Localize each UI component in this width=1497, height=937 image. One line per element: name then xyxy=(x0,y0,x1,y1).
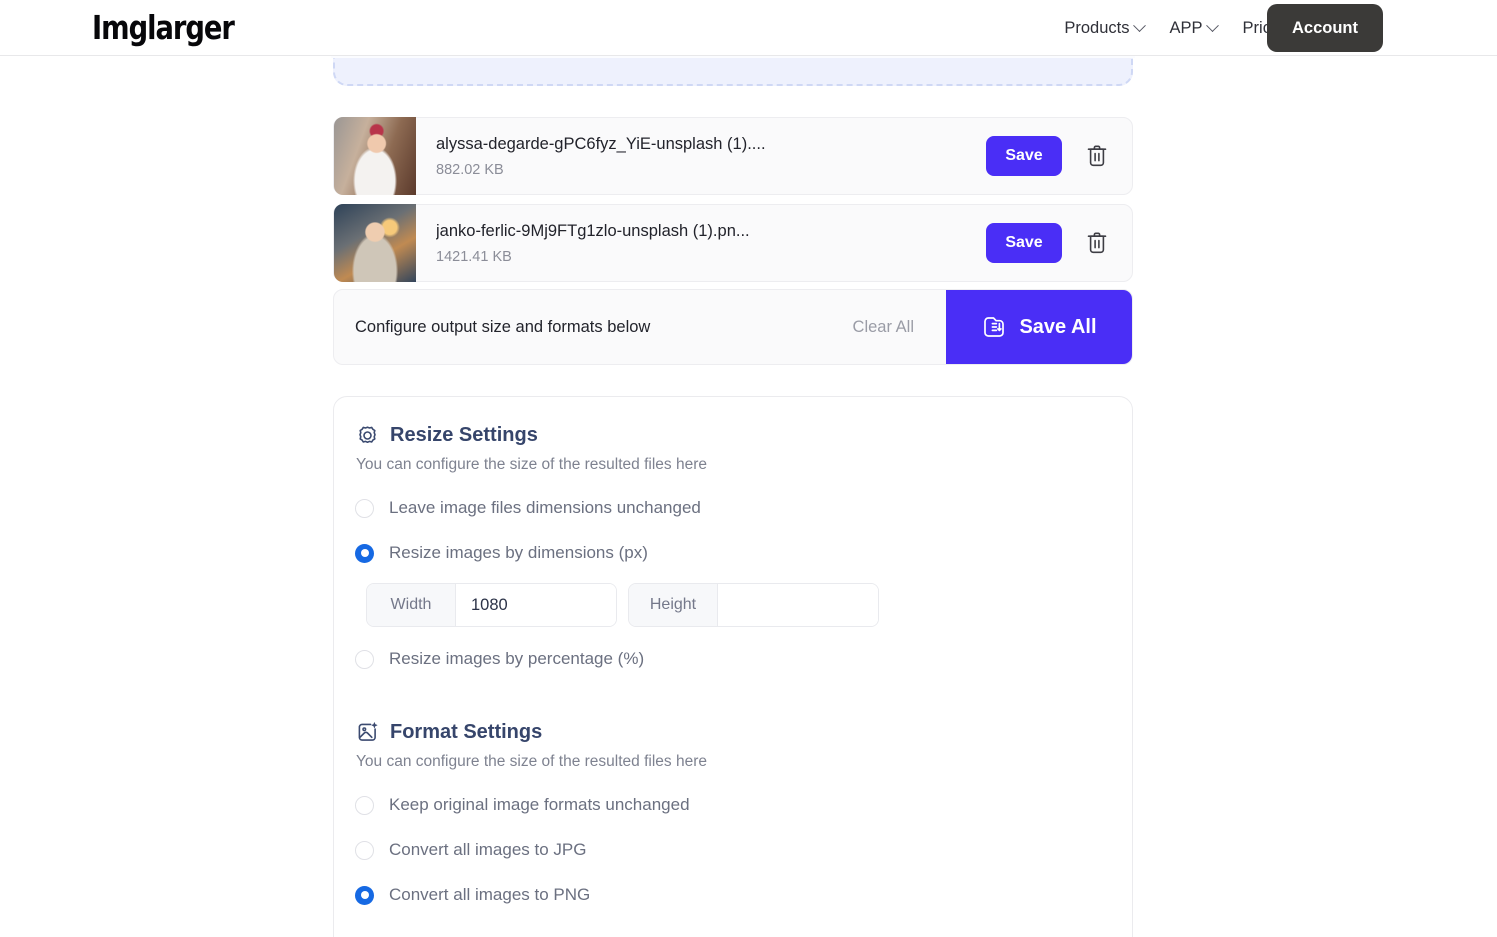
format-settings-header: Format Settings xyxy=(355,720,1111,745)
save-all-button[interactable]: Save All xyxy=(946,290,1132,364)
file-size: 1421.41 KB xyxy=(436,249,512,265)
radio-leave-dimensions-unchanged[interactable]: Leave image files dimensions unchanged xyxy=(355,490,1111,526)
dimension-inputs: Width Height xyxy=(366,583,1111,627)
radio-indicator xyxy=(355,543,374,563)
image-sparkle-icon xyxy=(358,722,378,741)
width-input[interactable] xyxy=(456,584,616,626)
radio-label: Leave image files dimensions unchanged xyxy=(389,498,701,517)
delete-button[interactable] xyxy=(1080,223,1114,263)
action-bar: Configure output size and formats below … xyxy=(333,289,1133,365)
file-thumbnail xyxy=(334,117,416,195)
clear-all-button[interactable]: Clear All xyxy=(853,318,946,337)
format-settings-subtitle: You can configure the size of the result… xyxy=(356,753,707,770)
resize-settings-header: Resize Settings xyxy=(355,423,1111,448)
radio-indicator xyxy=(355,649,374,669)
page-root: Imglarger Products APP Pricing Blog Acco… xyxy=(0,0,1497,937)
nav-item-label: Products xyxy=(1064,18,1130,37)
file-name: janko-ferlic-9Mj9FTg1zlo-unsplash (1).pn… xyxy=(436,222,750,240)
radio-label: Convert all images to PNG xyxy=(389,885,591,904)
radio-label: Resize images by percentage (%) xyxy=(389,649,645,668)
file-thumbnail xyxy=(334,204,416,282)
radio-label: Convert all images to JPG xyxy=(389,840,587,859)
gear-icon xyxy=(359,426,376,443)
file-size: 882.02 KB xyxy=(436,162,504,178)
radio-label: Keep original image formats unchanged xyxy=(389,795,690,814)
trash-icon xyxy=(1087,232,1107,254)
save-all-label: Save All xyxy=(1019,315,1097,338)
nav-item-products[interactable]: Products xyxy=(1064,18,1146,38)
radio-indicator xyxy=(355,795,374,815)
uploaded-file-list: alyssa-degarde-gPC6fyz_YiE-unsplash (1).… xyxy=(333,117,1133,291)
configure-hint: Configure output size and formats below xyxy=(355,317,651,336)
radio-convert-to-jpg[interactable]: Convert all images to JPG xyxy=(355,832,1111,868)
width-field: Width xyxy=(366,583,617,627)
thumbnail-image xyxy=(334,117,416,195)
save-file-download-icon xyxy=(984,317,1005,337)
radio-resize-by-dimensions[interactable]: Resize images by dimensions (px) xyxy=(355,535,1111,571)
height-label: Height xyxy=(629,584,718,626)
save-button[interactable]: Save xyxy=(986,136,1062,176)
table-row: janko-ferlic-9Mj9FTg1zlo-unsplash (1).pn… xyxy=(333,204,1133,282)
delete-button[interactable] xyxy=(1080,136,1114,176)
nav-item-app[interactable]: APP xyxy=(1169,18,1219,38)
radio-keep-original-format[interactable]: Keep original image formats unchanged xyxy=(355,787,1111,823)
radio-resize-by-percentage[interactable]: Resize images by percentage (%) xyxy=(355,641,1111,677)
chevron-down-icon xyxy=(1205,18,1219,32)
resize-settings-title: Resize Settings xyxy=(390,424,538,446)
width-label: Width xyxy=(367,584,456,626)
table-row: alyssa-degarde-gPC6fyz_YiE-unsplash (1).… xyxy=(333,117,1133,195)
height-input[interactable] xyxy=(718,584,878,626)
chevron-down-icon xyxy=(1132,18,1146,32)
file-info: alyssa-degarde-gPC6fyz_YiE-unsplash (1).… xyxy=(416,133,986,179)
height-field: Height xyxy=(628,583,879,627)
account-button[interactable]: Account xyxy=(1267,4,1383,52)
format-settings-title: Format Settings xyxy=(390,721,543,743)
site-logo[interactable]: Imglarger xyxy=(92,9,235,47)
radio-indicator xyxy=(355,840,374,860)
file-info: janko-ferlic-9Mj9FTg1zlo-unsplash (1).pn… xyxy=(416,220,986,266)
thumbnail-image xyxy=(334,204,416,282)
settings-card: Resize Settings You can configure the si… xyxy=(333,396,1133,937)
radio-label: Resize images by dimensions (px) xyxy=(389,543,648,562)
main-navigation: Products APP Pricing Blog Account xyxy=(1064,0,1383,56)
file-name: alyssa-degarde-gPC6fyz_YiE-unsplash (1).… xyxy=(436,135,766,153)
trash-icon xyxy=(1087,145,1107,167)
resize-settings-subtitle: You can configure the size of the result… xyxy=(356,456,707,473)
radio-indicator xyxy=(355,498,374,518)
nav-item-label: APP xyxy=(1169,18,1203,37)
radio-convert-to-png[interactable]: Convert all images to PNG xyxy=(355,877,1111,913)
radio-indicator xyxy=(355,885,374,905)
site-header: Imglarger Products APP Pricing Blog Acco… xyxy=(0,0,1497,56)
save-button[interactable]: Save xyxy=(986,223,1062,263)
